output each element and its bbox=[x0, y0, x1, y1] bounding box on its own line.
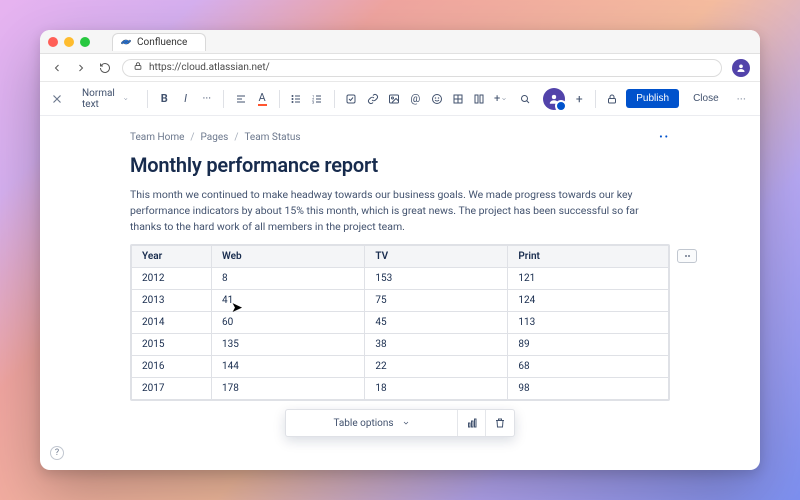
browser-address-bar: https://cloud.atlassian.net/ bbox=[40, 54, 760, 82]
url-text: https://cloud.atlassian.net/ bbox=[149, 62, 270, 73]
table-cell[interactable]: 2015 bbox=[132, 334, 212, 356]
data-table[interactable]: Year Web TV Print 2012815312120134175124… bbox=[130, 244, 670, 401]
table-row[interactable]: 20128153121 bbox=[132, 268, 669, 290]
page-paragraph[interactable]: This month we continued to make headway … bbox=[130, 187, 670, 234]
table-options-dropdown[interactable]: Table options bbox=[286, 410, 458, 436]
table-row[interactable]: 20171781898 bbox=[132, 378, 669, 400]
close-editor-button[interactable]: Close bbox=[687, 89, 725, 108]
insert-menu-button[interactable]: + bbox=[494, 89, 507, 109]
more-formatting-button[interactable]: ··· bbox=[200, 89, 213, 109]
table-cell[interactable]: 2016 bbox=[132, 356, 212, 378]
confluence-editor-icon bbox=[50, 90, 64, 108]
chevron-down-icon bbox=[123, 95, 128, 103]
browser-tab-title: Confluence bbox=[137, 37, 187, 48]
table-cell[interactable]: 2012 bbox=[132, 268, 212, 290]
table-cell[interactable]: 144 bbox=[212, 356, 365, 378]
text-color-button[interactable]: A bbox=[255, 89, 268, 109]
page-more-icon[interactable]: •• bbox=[659, 132, 670, 143]
delete-table-button[interactable] bbox=[486, 410, 514, 436]
table-row[interactable]: 20151353889 bbox=[132, 334, 669, 356]
text-style-dropdown[interactable]: Normal text bbox=[72, 85, 137, 113]
bold-button[interactable]: B bbox=[158, 89, 171, 109]
breadcrumb-item[interactable]: Team Status bbox=[244, 132, 300, 143]
table-cell[interactable]: 98 bbox=[508, 378, 669, 400]
lock-icon bbox=[133, 61, 143, 74]
italic-button[interactable]: I bbox=[179, 89, 192, 109]
table-cell[interactable]: 89 bbox=[508, 334, 669, 356]
current-user-avatar[interactable] bbox=[543, 88, 565, 110]
reload-button[interactable] bbox=[98, 61, 112, 75]
table-cell[interactable]: 45 bbox=[365, 312, 508, 334]
table-floating-toolbar: Table options bbox=[285, 409, 515, 437]
table-cell[interactable]: 38 bbox=[365, 334, 508, 356]
window-close-icon[interactable] bbox=[48, 37, 58, 47]
browser-tab[interactable]: Confluence bbox=[112, 33, 206, 51]
editor-canvas[interactable]: Team Home / Pages / Team Status •• Month… bbox=[40, 116, 760, 470]
breadcrumb-item[interactable]: Pages bbox=[201, 132, 229, 143]
align-dropdown[interactable] bbox=[234, 89, 247, 109]
table-cell[interactable]: 18 bbox=[365, 378, 508, 400]
table-header[interactable]: TV bbox=[365, 246, 508, 268]
forward-button[interactable] bbox=[74, 61, 88, 75]
restrictions-lock-icon[interactable] bbox=[606, 93, 618, 105]
table-cell[interactable]: 75 bbox=[365, 290, 508, 312]
browser-profile-avatar[interactable] bbox=[732, 59, 750, 77]
browser-window: Confluence https://cloud.atlassian.net/ bbox=[40, 30, 760, 470]
help-button[interactable]: ? bbox=[50, 446, 64, 460]
table-row[interactable]: 20161442268 bbox=[132, 356, 669, 378]
back-button[interactable] bbox=[50, 61, 64, 75]
table-row[interactable]: 20146045113 bbox=[132, 312, 669, 334]
emoji-button[interactable] bbox=[430, 89, 443, 109]
table-cell[interactable]: 60 bbox=[212, 312, 365, 334]
table-cell[interactable]: 2014 bbox=[132, 312, 212, 334]
bulleted-list-button[interactable] bbox=[289, 89, 302, 109]
table-row[interactable]: 20134175124 bbox=[132, 290, 669, 312]
table-cell[interactable]: 2013 bbox=[132, 290, 212, 312]
table-header[interactable]: Year bbox=[132, 246, 212, 268]
action-item-button[interactable] bbox=[345, 89, 358, 109]
table-cell[interactable]: 121 bbox=[508, 268, 669, 290]
editor-toolbar: Normal text B I ··· A 123 @ bbox=[40, 82, 760, 116]
table-cell[interactable]: 8 bbox=[212, 268, 365, 290]
text-style-label: Normal text bbox=[82, 88, 117, 110]
mention-button[interactable]: @ bbox=[409, 89, 422, 109]
layouts-button[interactable] bbox=[473, 89, 486, 109]
chevron-down-icon bbox=[402, 419, 410, 427]
table-cell[interactable]: 124 bbox=[508, 290, 669, 312]
table-cell[interactable]: 178 bbox=[212, 378, 365, 400]
svg-text:3: 3 bbox=[312, 99, 314, 104]
invite-button[interactable]: + bbox=[573, 93, 585, 105]
table-cell[interactable]: 135 bbox=[212, 334, 365, 356]
numbered-list-button[interactable]: 123 bbox=[311, 89, 324, 109]
more-actions-button[interactable]: ··· bbox=[733, 92, 750, 106]
find-button[interactable] bbox=[515, 89, 535, 109]
table-header[interactable]: Print bbox=[508, 246, 669, 268]
table-drag-handle[interactable] bbox=[677, 249, 697, 263]
url-field[interactable]: https://cloud.atlassian.net/ bbox=[122, 59, 722, 77]
window-minimize-icon[interactable] bbox=[64, 37, 74, 47]
table-cell[interactable]: 2017 bbox=[132, 378, 212, 400]
table-cell[interactable]: 153 bbox=[365, 268, 508, 290]
link-button[interactable] bbox=[366, 89, 379, 109]
table-header[interactable]: Web bbox=[212, 246, 365, 268]
page-title[interactable]: Monthly performance report bbox=[130, 153, 670, 177]
chart-button[interactable] bbox=[458, 410, 486, 436]
confluence-logo-icon bbox=[121, 37, 131, 47]
table-cell[interactable]: 41 bbox=[212, 290, 365, 312]
breadcrumb: Team Home / Pages / Team Status •• bbox=[130, 132, 670, 143]
breadcrumb-item[interactable]: Team Home bbox=[130, 132, 184, 143]
table-cell[interactable]: 113 bbox=[508, 312, 669, 334]
image-button[interactable] bbox=[387, 89, 400, 109]
window-maximize-icon[interactable] bbox=[80, 37, 90, 47]
table-button[interactable] bbox=[451, 89, 464, 109]
table-cell[interactable]: 68 bbox=[508, 356, 669, 378]
table-options-label: Table options bbox=[333, 418, 393, 429]
window-titlebar: Confluence bbox=[40, 30, 760, 54]
table-cell[interactable]: 22 bbox=[365, 356, 508, 378]
publish-button[interactable]: Publish bbox=[626, 89, 679, 108]
